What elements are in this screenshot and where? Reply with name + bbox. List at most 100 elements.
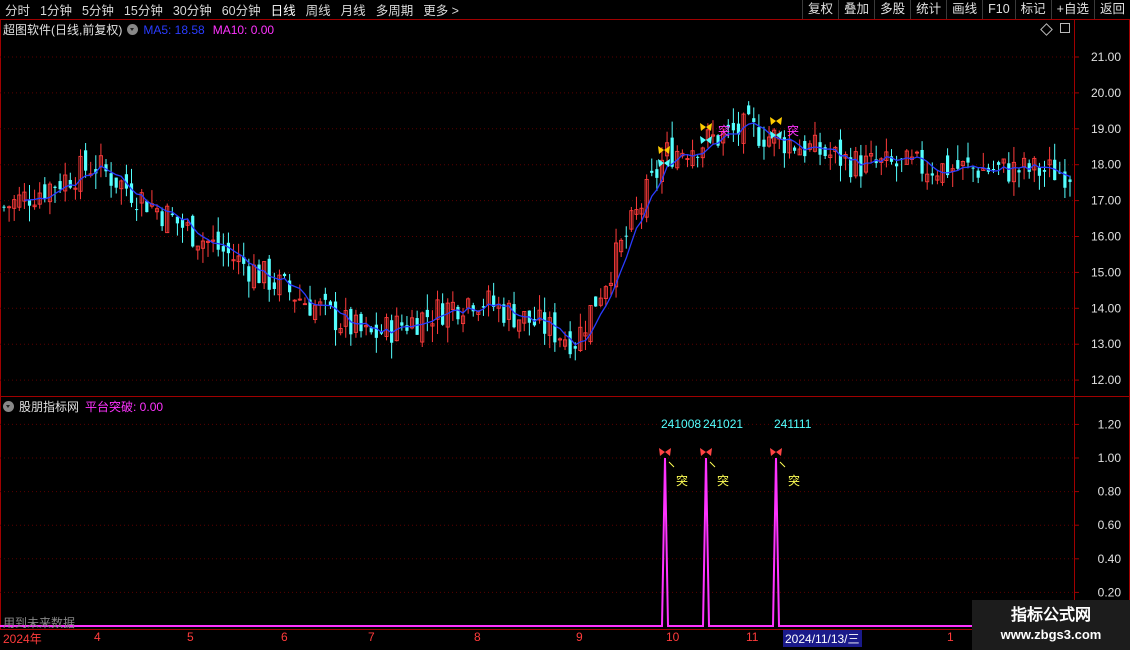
y-tick-label: 15.00	[1091, 265, 1121, 279]
date-label: 9	[576, 630, 583, 644]
breakout-indicator-line	[0, 457, 1074, 627]
candle-body	[920, 149, 924, 174]
candle-body	[109, 173, 113, 186]
candle-body	[762, 139, 766, 147]
candle-body	[1017, 170, 1021, 173]
candle-body	[323, 293, 327, 300]
candle-body	[553, 312, 557, 343]
candle-body	[272, 282, 276, 289]
candle-body	[145, 200, 149, 213]
candle-body	[991, 169, 996, 171]
y-tick-label: 1.00	[1098, 451, 1122, 465]
candle-body	[512, 304, 516, 328]
date-label: 10	[666, 630, 680, 644]
candle-body	[757, 127, 761, 146]
site-watermark: 指标公式网 www.zbgs3.com	[972, 600, 1130, 650]
candle-body	[966, 157, 970, 163]
candle-body	[441, 303, 445, 325]
candle-body	[655, 169, 659, 178]
candle-body	[84, 150, 88, 171]
signal-marker-text: 突	[718, 124, 731, 138]
y-tick-label: 20.00	[1091, 86, 1121, 100]
signal-marker-text: 突	[788, 474, 801, 488]
candle-body	[573, 346, 577, 349]
candle-body	[976, 170, 980, 178]
candle-body	[175, 216, 180, 224]
candle-body	[624, 235, 628, 237]
y-tick-label: 14.00	[1091, 301, 1121, 315]
candle-body	[894, 163, 899, 167]
candle-body	[752, 118, 756, 123]
candle-body	[1037, 167, 1041, 176]
candle-body	[191, 215, 195, 247]
date-label: 2024年	[3, 632, 42, 646]
y-tick-label: 21.00	[1091, 50, 1121, 64]
candle-body	[180, 219, 185, 228]
candle-body	[43, 184, 47, 199]
signal-marker-text: 突	[787, 124, 800, 138]
candle-body	[68, 179, 72, 188]
signal-date-label: 241021	[703, 417, 744, 431]
candle-body	[930, 173, 934, 176]
candle-body	[568, 331, 572, 355]
candle-body	[1068, 179, 1072, 182]
candle-body	[114, 177, 118, 188]
y-tick-label: 0.20	[1098, 585, 1122, 599]
y-tick-label: 13.00	[1091, 337, 1121, 351]
candle-body	[792, 147, 797, 151]
candle-body	[456, 306, 460, 320]
watermark-url: www.zbgs3.com	[1000, 627, 1102, 642]
pointer-arrow-icon	[668, 461, 675, 468]
y-tick-label: 18.00	[1091, 158, 1121, 172]
date-label: 8	[474, 630, 481, 644]
y-tick-label: 19.00	[1091, 122, 1121, 136]
y-tick-label: 0.60	[1098, 518, 1122, 532]
butterfly-icon	[659, 448, 671, 456]
candle-body	[129, 183, 134, 203]
candle-body	[2, 206, 6, 208]
candle-body	[425, 309, 429, 318]
candle-body	[53, 186, 57, 188]
butterfly-icon	[700, 448, 712, 456]
y-tick-label: 16.00	[1091, 230, 1121, 244]
candle-body	[135, 209, 139, 211]
ma5-line	[24, 122, 1071, 346]
candle-body	[838, 139, 843, 166]
butterfly-icon	[658, 146, 670, 154]
candle-body	[282, 273, 287, 277]
candle-body	[1007, 163, 1011, 182]
candle-body	[359, 313, 363, 332]
watermark-title: 指标公式网	[1010, 607, 1091, 624]
candle-body	[747, 105, 751, 115]
candle-body	[257, 264, 261, 284]
candle-body	[650, 170, 654, 173]
candle-body	[160, 211, 164, 227]
candle-body	[27, 200, 32, 206]
date-label: 4	[94, 630, 101, 644]
candle-body	[971, 167, 975, 169]
cursor-date-label: 2024/11/13/三	[783, 630, 862, 647]
butterfly-icon	[770, 117, 782, 125]
candle-body	[696, 156, 700, 158]
candle-body	[956, 160, 960, 169]
y-tick-label: 1.20	[1098, 417, 1122, 431]
candle-body	[594, 296, 598, 307]
date-label: 5	[187, 630, 194, 644]
date-label: 1	[947, 630, 954, 644]
date-label: 6	[281, 630, 288, 644]
y-tick-label: 0.80	[1098, 485, 1122, 499]
date-label: 7	[368, 630, 375, 644]
candle-body	[731, 122, 735, 131]
signal-marker-text: 突	[676, 474, 689, 488]
pointer-arrow-icon	[779, 461, 786, 468]
date-label: 11	[746, 630, 759, 644]
butterfly-icon	[770, 448, 782, 456]
y-tick-label: 0.40	[1098, 552, 1122, 566]
candle-body	[374, 324, 378, 338]
date-axis: 2024年 4 5 6 7 8 9 10 11 2024/11/13/三 1	[0, 630, 1130, 650]
candle-body	[221, 246, 225, 252]
signal-date-label: 241111	[774, 417, 812, 431]
candle-body	[859, 155, 863, 177]
pointer-arrow-icon	[709, 461, 716, 468]
candle-body	[415, 318, 419, 335]
